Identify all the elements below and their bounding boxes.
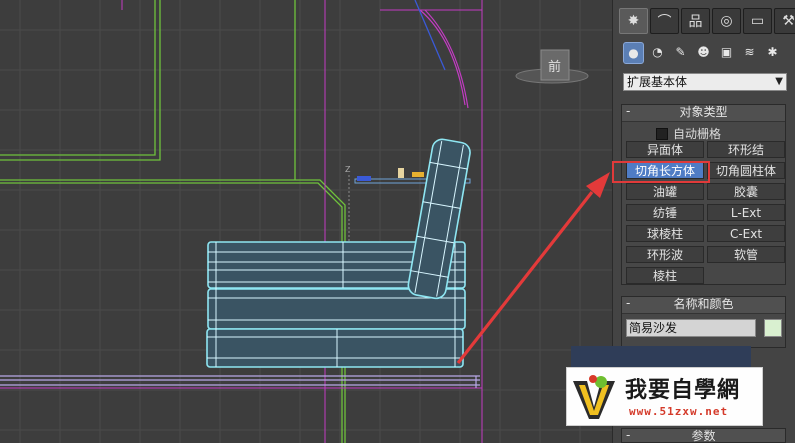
object-type-rollout: - 对象类型 自动栅格 异面体 环形结 切角长方体 切角圆柱体 油罐 胶囊 纺锤 L-Ext 球…: [621, 104, 786, 285]
watermark-title: 我要自學網: [625, 378, 741, 403]
chevron-down-icon: ▼: [775, 76, 783, 87]
object-type-button[interactable]: 油罐: [626, 183, 704, 200]
create-tab[interactable]: ✸: [619, 8, 648, 34]
name-color-rollout: - 名称和颜色 简易沙发: [621, 296, 786, 348]
autogrid-checkbox-row[interactable]: 自动栅格: [656, 125, 721, 142]
systems-button[interactable]: ✱: [763, 42, 782, 62]
watermark-url: www.51zxw.net: [629, 405, 729, 418]
viewport-canvas[interactable]: Z 前: [0, 0, 612, 443]
create-subcategories: ● ◔ ✎ ☻ ▣ ≋ ✱: [623, 42, 782, 64]
modify-tab[interactable]: ⌒: [650, 8, 679, 34]
category-dropdown[interactable]: 扩展基本体 ▼: [623, 73, 787, 91]
object-type-button[interactable]: 球棱柱: [626, 225, 704, 242]
logo-icon: [573, 375, 615, 419]
hierarchy-tab[interactable]: 品: [681, 8, 710, 34]
cameras-button[interactable]: ☻: [694, 42, 713, 62]
shapes-button[interactable]: ◔: [648, 42, 667, 62]
space-warps-button[interactable]: ≋: [740, 42, 759, 62]
autogrid-checkbox[interactable]: [656, 127, 668, 140]
perspective-viewport[interactable]: Z 前: [0, 0, 612, 443]
sofa-model[interactable]: [206, 138, 472, 368]
object-type-button[interactable]: 软管: [707, 246, 785, 263]
object-type-button[interactable]: 环形波: [626, 246, 704, 263]
object-type-button[interactable]: 胶囊: [707, 183, 785, 200]
display-tab[interactable]: ▭: [743, 8, 772, 34]
object-type-button[interactable]: 纺锤: [626, 204, 704, 221]
autogrid-label: 自动栅格: [673, 127, 722, 141]
highlight-box: [612, 161, 710, 183]
name-color-title[interactable]: - 名称和颜色: [622, 296, 785, 314]
object-name-field[interactable]: 简易沙发: [626, 319, 756, 337]
collapse-icon[interactable]: -: [626, 296, 630, 311]
collapse-icon[interactable]: -: [626, 428, 630, 442]
object-type-button[interactable]: C-Ext: [707, 225, 785, 242]
watermark-logo: 我要自學網 www.51zxw.net: [566, 367, 763, 426]
motion-tab[interactable]: ◎: [712, 8, 741, 34]
name-color-title-text: 名称和颜色: [673, 297, 734, 311]
utilities-tab[interactable]: ⚒: [774, 8, 795, 34]
annotation-arrow: [456, 172, 610, 364]
category-dropdown-value: 扩展基本体: [627, 75, 688, 89]
object-type-button[interactable]: 异面体: [626, 141, 704, 158]
object-type-title-text: 对象类型: [679, 105, 728, 119]
floor-slab: [0, 375, 480, 388]
object-type-button[interactable]: L-Ext: [707, 204, 785, 221]
object-color-swatch[interactable]: [764, 319, 782, 337]
view-cube-label: 前: [548, 59, 561, 75]
object-type-button[interactable]: 切角圆柱体: [707, 162, 785, 179]
object-type-title[interactable]: - 对象类型: [622, 104, 785, 122]
command-panel-tabs: ✸ ⌒ 品 ◎ ▭ ⚒: [619, 8, 795, 34]
lights-button[interactable]: ✎: [671, 42, 690, 62]
collapse-icon[interactable]: -: [626, 104, 630, 119]
parameters-title[interactable]: - 参数: [621, 428, 786, 443]
z-axis-label: Z: [345, 165, 351, 174]
object-type-button[interactable]: 环形结: [707, 141, 785, 158]
object-type-button[interactable]: 棱柱: [626, 267, 704, 284]
view-cube[interactable]: 前: [515, 49, 589, 84]
geometry-button[interactable]: ●: [623, 42, 644, 64]
helpers-button[interactable]: ▣: [717, 42, 736, 62]
parameters-title-text: 参数: [691, 429, 716, 443]
